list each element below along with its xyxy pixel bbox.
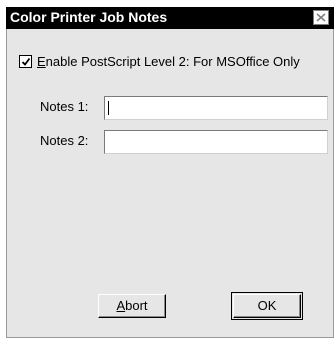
close-button[interactable] xyxy=(313,10,329,25)
notes1-input[interactable] xyxy=(104,96,328,120)
checkmark-icon xyxy=(21,57,31,66)
abort-label-text: bort xyxy=(125,298,148,313)
notes2-input[interactable] xyxy=(104,130,328,154)
close-icon xyxy=(316,13,326,22)
abort-button[interactable]: Abort xyxy=(98,294,166,318)
postscript-checkbox-label[interactable]: Enable PostScript Level 2: For MSOffice … xyxy=(37,54,300,69)
text-caret xyxy=(108,101,109,115)
dialog-body: Enable PostScript Level 2: For MSOffice … xyxy=(6,29,334,338)
postscript-checkbox[interactable] xyxy=(19,55,32,68)
title-bar[interactable]: Color Printer Job Notes xyxy=(6,7,334,29)
postscript-label-text: nable PostScript Level 2: For MSOffice O… xyxy=(45,54,300,69)
notes2-label: Notes 2: xyxy=(40,133,89,148)
notes1-label: Notes 1: xyxy=(40,99,89,114)
abort-mnemonic: A xyxy=(116,298,126,313)
dialog-window: Color Printer Job Notes Enable PostScrip… xyxy=(6,7,334,338)
postscript-mnemonic: E xyxy=(37,54,46,69)
window-title: Color Printer Job Notes xyxy=(10,9,168,25)
ok-button[interactable]: OK xyxy=(233,294,301,318)
